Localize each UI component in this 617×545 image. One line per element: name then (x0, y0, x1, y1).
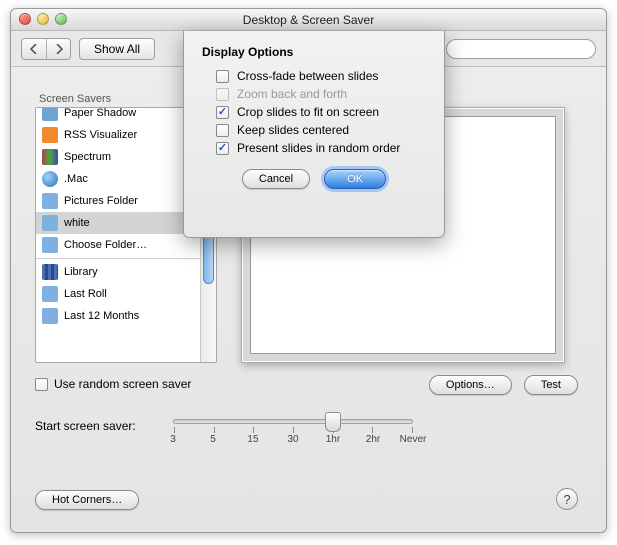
options-button[interactable]: Options… (429, 375, 512, 395)
list-item[interactable]: Library (36, 261, 200, 283)
checkbox-icon[interactable] (216, 70, 229, 83)
folder-icon (42, 286, 58, 302)
list-item[interactable]: Pictures Folder (36, 190, 200, 212)
tick-label: Never (400, 434, 427, 445)
ok-label: OK (347, 173, 363, 185)
list-item[interactable]: Spectrum (36, 146, 200, 168)
chevron-left-icon (30, 44, 38, 54)
checkbox-icon[interactable] (216, 124, 229, 137)
random-saver-label: Use random screen saver (54, 377, 191, 391)
checkbox-icon[interactable] (216, 142, 229, 155)
checkbox-icon (216, 88, 229, 101)
list-divider (36, 258, 200, 259)
tick-label: 2hr (366, 434, 380, 445)
prefs-window: Desktop & Screen Saver Show All Screen S… (10, 8, 607, 533)
opt-crop[interactable]: Crop slides to fit on screen (202, 103, 426, 121)
screensavers-label: Screen Savers (39, 93, 111, 105)
list-item[interactable]: Last 12 Months (36, 305, 200, 327)
chevron-right-icon (55, 44, 63, 54)
folder-icon (42, 193, 58, 209)
list-item[interactable]: Choose Folder… (36, 234, 200, 256)
list-item-label: RSS Visualizer (64, 129, 137, 141)
zoom-icon[interactable] (55, 13, 67, 25)
screensavers-list-inner[interactable]: Paper Shadow RSS Visualizer Spectrum .Ma… (36, 107, 200, 362)
ok-button[interactable]: OK (324, 169, 386, 189)
window-title: Desktop & Screen Saver (243, 13, 374, 27)
slider-track[interactable] (173, 419, 413, 424)
nav-back-forward (21, 38, 71, 60)
option-label: Cross-fade between slides (237, 69, 378, 83)
search-field[interactable] (446, 39, 596, 59)
display-options-sheet: Display Options Cross-fade between slide… (183, 31, 445, 238)
folder-icon (42, 237, 58, 253)
random-saver-checkbox[interactable]: Use random screen saver (35, 377, 191, 391)
checkbox-icon[interactable] (35, 378, 48, 391)
library-icon (42, 264, 58, 280)
tick-label: 15 (247, 434, 258, 445)
hot-corners-label: Hot Corners… (52, 494, 122, 506)
test-label: Test (541, 379, 561, 391)
opt-center[interactable]: Keep slides centered (202, 121, 426, 139)
cancel-button[interactable]: Cancel (242, 169, 310, 189)
tick-label: 3 (170, 434, 176, 445)
tick-label: 30 (287, 434, 298, 445)
close-icon[interactable] (19, 13, 31, 25)
checkbox-icon[interactable] (216, 106, 229, 119)
test-button[interactable]: Test (524, 375, 578, 395)
list-item[interactable]: .Mac (36, 168, 200, 190)
tick-label: 5 (210, 434, 216, 445)
option-label: Crop slides to fit on screen (237, 105, 379, 119)
opt-zoom: Zoom back and forth (202, 85, 426, 103)
list-item[interactable]: Paper Shadow (36, 107, 200, 124)
opt-random[interactable]: Present slides in random order (202, 139, 426, 157)
option-label: Present slides in random order (237, 141, 400, 155)
list-item[interactable]: RSS Visualizer (36, 124, 200, 146)
search-input[interactable] (457, 42, 603, 56)
option-label: Zoom back and forth (237, 87, 347, 101)
slider-label: Start screen saver: (35, 419, 136, 433)
rss-icon (42, 127, 58, 143)
forward-button[interactable] (46, 39, 70, 59)
folder-icon (42, 308, 58, 324)
sheet-actions: Cancel OK (202, 169, 426, 189)
list-item-label: Last 12 Months (64, 310, 139, 322)
show-all-label: Show All (94, 42, 140, 56)
option-label: Keep slides centered (237, 123, 349, 137)
options-label: Options… (446, 379, 495, 391)
back-button[interactable] (22, 39, 46, 59)
globe-icon (42, 171, 58, 187)
options-test-buttons: Options… Test (429, 375, 578, 395)
cancel-label: Cancel (259, 173, 293, 185)
saver-icon (42, 107, 58, 121)
list-item-label: Last Roll (64, 288, 107, 300)
tick-label: 1hr (326, 434, 340, 445)
slider-thumb[interactable] (325, 412, 341, 432)
start-delay-slider[interactable]: 3 5 15 30 1hr 2hr Never (173, 419, 413, 448)
spectrum-icon (42, 149, 58, 165)
window-controls (19, 13, 67, 25)
hot-corners-button[interactable]: Hot Corners… (35, 490, 139, 510)
help-icon: ? (563, 492, 570, 507)
list-item-label: .Mac (64, 173, 88, 185)
help-button[interactable]: ? (556, 488, 578, 510)
titlebar[interactable]: Desktop & Screen Saver (11, 9, 606, 31)
list-item-selected[interactable]: white (36, 212, 200, 234)
folder-icon (42, 215, 58, 231)
list-item-label: Choose Folder… (64, 239, 147, 251)
minimize-icon[interactable] (37, 13, 49, 25)
sheet-title: Display Options (202, 45, 426, 59)
list-item-label: Library (64, 266, 98, 278)
list-item-label: white (64, 217, 90, 229)
list-item-label: Pictures Folder (64, 195, 138, 207)
list-item[interactable]: Last Roll (36, 283, 200, 305)
opt-crossfade[interactable]: Cross-fade between slides (202, 67, 426, 85)
list-item-label: Paper Shadow (64, 107, 136, 119)
slider-tick-labels: 3 5 15 30 1hr 2hr Never (173, 434, 413, 448)
show-all-button[interactable]: Show All (79, 38, 155, 60)
list-item-label: Spectrum (64, 151, 111, 163)
